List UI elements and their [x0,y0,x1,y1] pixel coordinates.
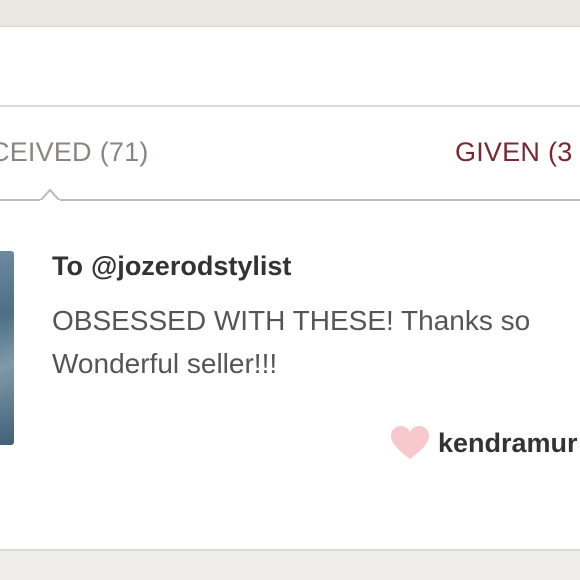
recipient-handle-link[interactable]: @jozerodstylist [91,251,291,281]
card-header [0,27,580,105]
feedback-author: kendramur [390,425,578,461]
tab-given-label: GIVEN [455,137,541,167]
author-username-link[interactable]: kendramur [438,428,578,459]
tab-received-label: CEIVED [0,137,92,167]
feedback-message: OBSESSED WITH THESE! Thanks so Wonderful… [52,299,580,385]
feedback-item: To @jozerodstylist OBSESSED WITH THESE! T… [0,201,580,549]
feedback-message-line: Wonderful seller!!! [52,348,278,379]
tab-given[interactable]: GIVEN (3 [455,137,572,168]
feedback-card: CEIVED (71) GIVEN (3 To @jozerodstylist OBS… [0,27,580,551]
recipient-prefix: To [52,251,83,281]
tab-received-count: (71) [99,137,149,167]
active-tab-caret-icon [40,189,60,201]
top-bar [0,0,580,27]
feedback-tabs: CEIVED (71) GIVEN (3 [0,105,580,203]
listing-thumbnail[interactable] [0,251,14,445]
feedback-message-line: OBSESSED WITH THESE! Thanks so [52,305,531,336]
tab-given-count: (3 [548,137,573,167]
tab-received[interactable]: CEIVED (71) [0,137,149,168]
heart-icon [391,426,429,459]
feedback-recipient: To @jozerodstylist [52,251,291,282]
